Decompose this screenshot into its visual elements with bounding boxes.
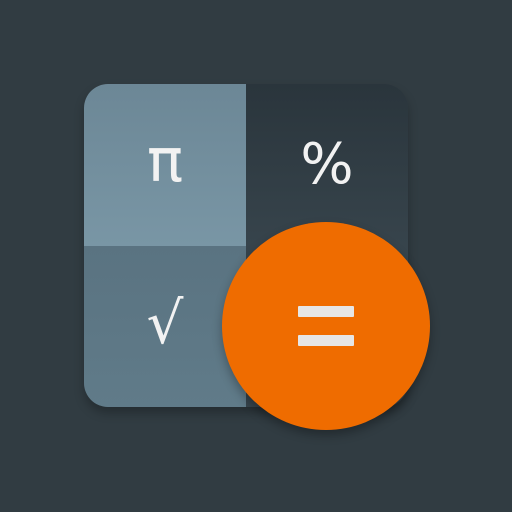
equals-top-bar bbox=[298, 306, 354, 317]
app-icon: π % √ bbox=[0, 0, 512, 512]
pi-key[interactable]: π bbox=[84, 84, 246, 246]
pi-symbol: π bbox=[146, 126, 184, 196]
percent-symbol: % bbox=[300, 132, 354, 197]
equals-button[interactable] bbox=[222, 222, 430, 430]
equals-bottom-bar bbox=[298, 335, 354, 346]
square-root-symbol: √ bbox=[146, 288, 184, 357]
